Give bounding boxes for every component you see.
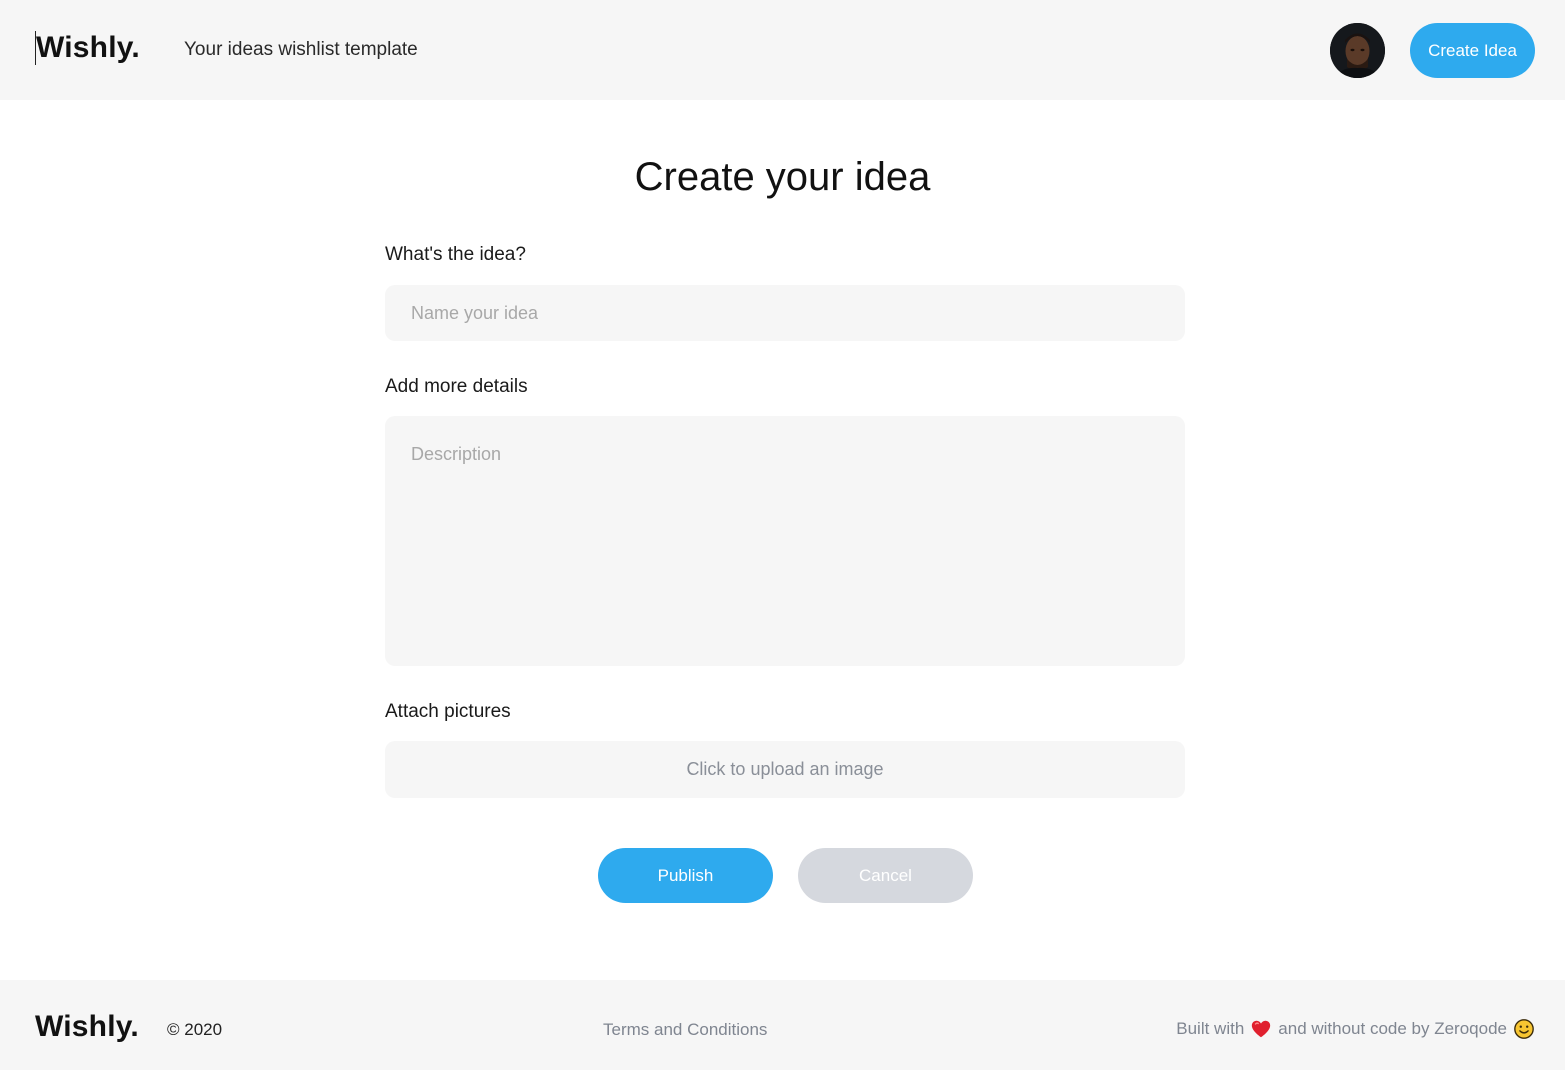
footer: Wishly. © 2020 Terms and Conditions Buil… [0, 980, 1565, 1070]
copyright: © 2020 [167, 1020, 223, 1039]
avatar[interactable] [1330, 23, 1385, 78]
logo[interactable]: Wishly. [35, 31, 140, 65]
heart-icon [1250, 1018, 1272, 1040]
cancel-button[interactable]: Cancel [798, 848, 973, 903]
header: Wishly. Your ideas wishlist template Cre… [0, 0, 1565, 100]
create-idea-button[interactable]: Create Idea [1410, 23, 1535, 78]
smile-icon [1513, 1018, 1535, 1040]
without-code-text: and without code by Zeroqode [1278, 1019, 1507, 1038]
footer-logo[interactable]: Wishly. [35, 1010, 139, 1044]
idea-label: What's the idea? [385, 244, 526, 265]
built-with-text: Built with [1176, 1019, 1245, 1038]
image-upload[interactable]: Click to upload an image [385, 741, 1185, 798]
page-title: Create your idea [634, 155, 931, 199]
avatar-image [1330, 23, 1385, 78]
pictures-label: Attach pictures [385, 701, 511, 722]
description-textarea[interactable] [385, 416, 1185, 666]
idea-name-input[interactable] [385, 285, 1185, 341]
publish-button[interactable]: Publish [598, 848, 773, 903]
tagline: Your ideas wishlist template [184, 39, 418, 60]
details-label: Add more details [385, 376, 528, 397]
upload-text: Click to upload an image [686, 759, 884, 779]
terms-link[interactable]: Terms and Conditions [603, 1020, 767, 1040]
credits: Built with and without code by Zeroqode [1176, 1018, 1535, 1040]
